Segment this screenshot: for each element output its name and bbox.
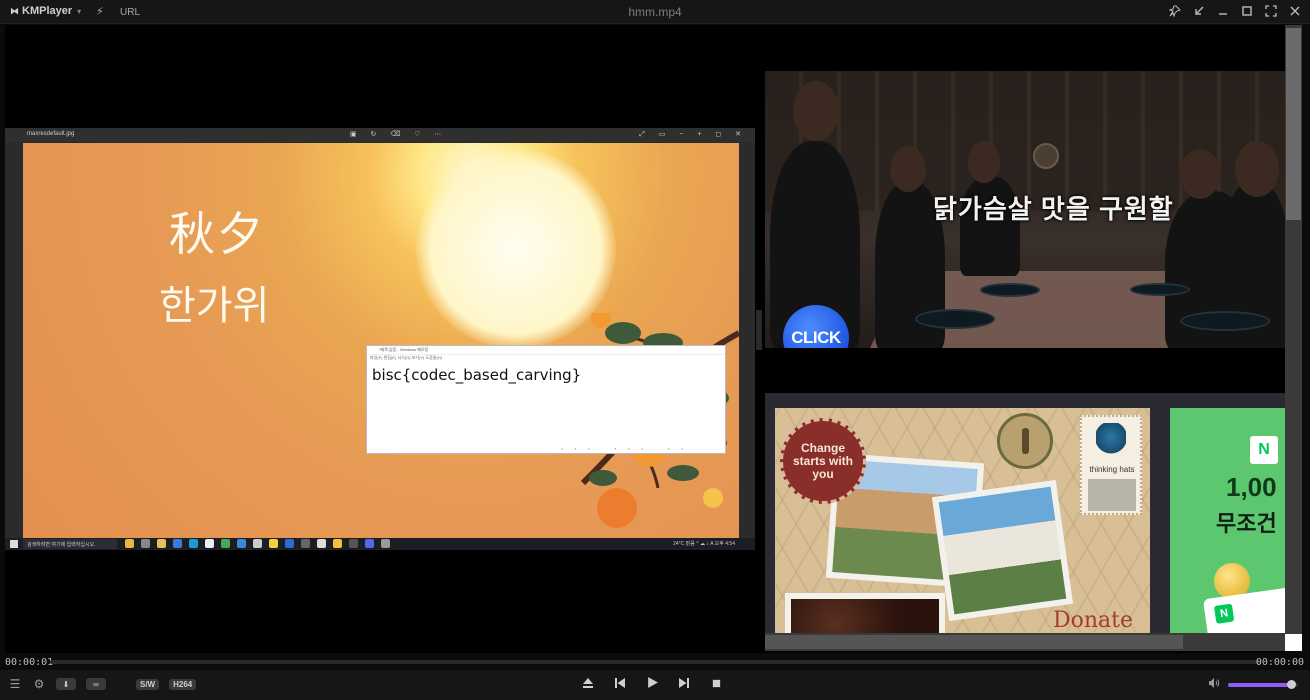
postage-label: thinking hats — [1089, 465, 1135, 474]
plate — [915, 309, 995, 329]
school-building-photo — [931, 479, 1074, 622]
chevron-down-icon: ▾ — [77, 6, 82, 16]
current-time: 00:00:01 — [5, 657, 54, 668]
donate-text: Donate — [1053, 608, 1134, 633]
close-icon[interactable] — [1288, 4, 1302, 18]
seek-row: 00:00:01 00:00:00 — [0, 654, 1310, 670]
taskbar-app-icons — [125, 539, 390, 548]
naver-logo-icon: N — [1250, 436, 1278, 464]
video-frame[interactable]: maxresdefault.jpg ▣ ↻ ⌫ ♡ ⋯ ⤢ ▭ − + ◻ ✕ … — [5, 25, 1285, 653]
scrollbar-thumb[interactable] — [765, 635, 1183, 649]
codec-badge[interactable]: H264 — [169, 678, 197, 690]
ad-amount: 1,00 — [1226, 472, 1277, 502]
naver-pay-ad[interactable]: N 1,00 무조건 N — [1170, 408, 1285, 633]
postage-stamp: thinking hats — [1080, 415, 1142, 515]
volume-knob[interactable] — [1287, 679, 1297, 689]
taskbar-search: 검색하려면 여기에 입력하십시오. — [23, 539, 117, 549]
seek-bar[interactable] — [50, 660, 1260, 664]
kingfisher-icon — [1096, 423, 1126, 459]
minimode-icon[interactable] — [1192, 4, 1206, 18]
minimize-icon[interactable] — [1216, 4, 1230, 18]
panel-handle[interactable] — [756, 310, 762, 350]
diner-head — [890, 146, 926, 192]
plate — [980, 283, 1040, 297]
notepad-menu: 파일(F) 편집(E) 서식(O) 보기(V) 도움말(H) — [370, 355, 443, 360]
volume-slider[interactable] — [1228, 679, 1298, 689]
app-name: KMPlayer — [22, 5, 73, 17]
house-sketch — [1088, 479, 1136, 511]
chuseok-image: 秋夕 한가위 *제목 없음 - Windows 메모장 파일(F) 편집(E) … — [23, 143, 739, 538]
windows-start-icon — [10, 540, 18, 548]
pin-icon[interactable] — [1168, 4, 1182, 18]
next-icon[interactable] — [676, 677, 692, 692]
scrollbar-corner — [1285, 634, 1302, 651]
viewer-titlebar: maxresdefault.jpg ▣ ↻ ⌫ ♡ ⋯ ⤢ ▭ − + ◻ ✕ — [5, 128, 755, 142]
volume-icon[interactable] — [1208, 677, 1220, 692]
stop-icon[interactable] — [708, 677, 724, 692]
pay-card: N — [1202, 586, 1285, 633]
children-photo — [785, 593, 945, 633]
dinner-ad-banner[interactable]: 닭가슴살 맛을 구원할 CLICK — [765, 71, 1285, 348]
vertical-scrollbar[interactable] — [1285, 25, 1302, 650]
total-time: 00:00:00 — [1255, 657, 1304, 668]
title-bar: ⧓ KMPlayer ▾ ⚡ URL hmm.mp4 — [0, 0, 1310, 24]
wall-clock — [1033, 143, 1059, 169]
decoder-badge[interactable]: S/W — [136, 678, 160, 690]
notepad-window: *제목 없음 - Windows 메모장 파일(F) 편집(E) 서식(O) 보… — [366, 345, 726, 454]
scrollbar-thumb[interactable] — [1286, 28, 1301, 220]
app-menu-button[interactable]: ⧓ KMPlayer ▾ — [10, 5, 81, 17]
capture-icon[interactable]: ⬇ — [56, 678, 76, 690]
diner-head — [1180, 149, 1220, 199]
eject-icon[interactable] — [580, 677, 596, 692]
play-icon[interactable] — [644, 676, 660, 692]
playlist-icon[interactable]: ☰ — [8, 677, 22, 691]
recorded-taskbar: 검색하려면 여기에 입력하십시오. 24°C 맑음 ^ ☁ ♪ A 오후 4:5… — [5, 538, 755, 550]
taskbar-tray: 24°C 맑음 ^ ☁ ♪ A 오후 4:54 — [673, 541, 735, 547]
diner-head — [1235, 141, 1279, 197]
notepad-statusbar: ▪▪▪ ▪▪▪ ▪▪ — [561, 446, 695, 451]
naver-card-logo-icon: N — [1213, 603, 1235, 624]
viewer-window-controls: ⤢ ▭ − + ◻ ✕ — [639, 131, 747, 138]
viewer-file-name: maxresdefault.jpg — [27, 131, 75, 137]
recorded-image-viewer: maxresdefault.jpg ▣ ↻ ⌫ ♡ ⋯ ⤢ ▭ − + ◻ ✕ … — [5, 128, 755, 550]
tree-stamp-icon — [997, 413, 1053, 469]
hangul-text: 한가위 — [159, 283, 270, 329]
kmplayer-logo-icon: ⧓ — [10, 5, 19, 16]
gear-icon[interactable]: ⚙ — [32, 677, 46, 691]
donation-ad[interactable]: Change starts with you thinking hats Don… — [775, 408, 1150, 633]
control-bar: ☰ ⚙ ⬇ ∞ S/W H264 — [0, 670, 1310, 700]
horizontal-scrollbar[interactable] — [765, 633, 1285, 651]
url-button[interactable]: URL — [120, 7, 140, 18]
plate — [1130, 283, 1190, 296]
plate — [1180, 311, 1270, 331]
bolt-icon[interactable]: ⚡ — [96, 5, 104, 18]
viewer-toolbar-icons: ▣ ↻ ⌫ ♡ ⋯ — [350, 131, 448, 138]
ad-headline: 닭가슴살 맛을 구원할 — [933, 194, 1174, 224]
notepad-text: bisc{codec_based_carving} — [372, 366, 582, 384]
change-stamp: Change starts with you — [780, 418, 866, 504]
previous-icon[interactable] — [612, 677, 628, 692]
hanja-text: 秋夕 — [169, 207, 265, 261]
vr-icon[interactable]: ∞ — [86, 678, 106, 690]
diner-head — [793, 81, 839, 141]
window-title: hmm.mp4 — [628, 5, 682, 19]
diner-head — [968, 141, 1000, 183]
volume-fill — [1228, 682, 1293, 687]
fullscreen-icon[interactable] — [1264, 4, 1278, 18]
notepad-title: *제목 없음 - Windows 메모장 — [367, 346, 725, 355]
ad-carousel: Change starts with you thinking hats Don… — [765, 393, 1285, 633]
maximize-icon[interactable] — [1240, 4, 1254, 18]
ad-subtitle: 무조건 — [1216, 511, 1277, 536]
